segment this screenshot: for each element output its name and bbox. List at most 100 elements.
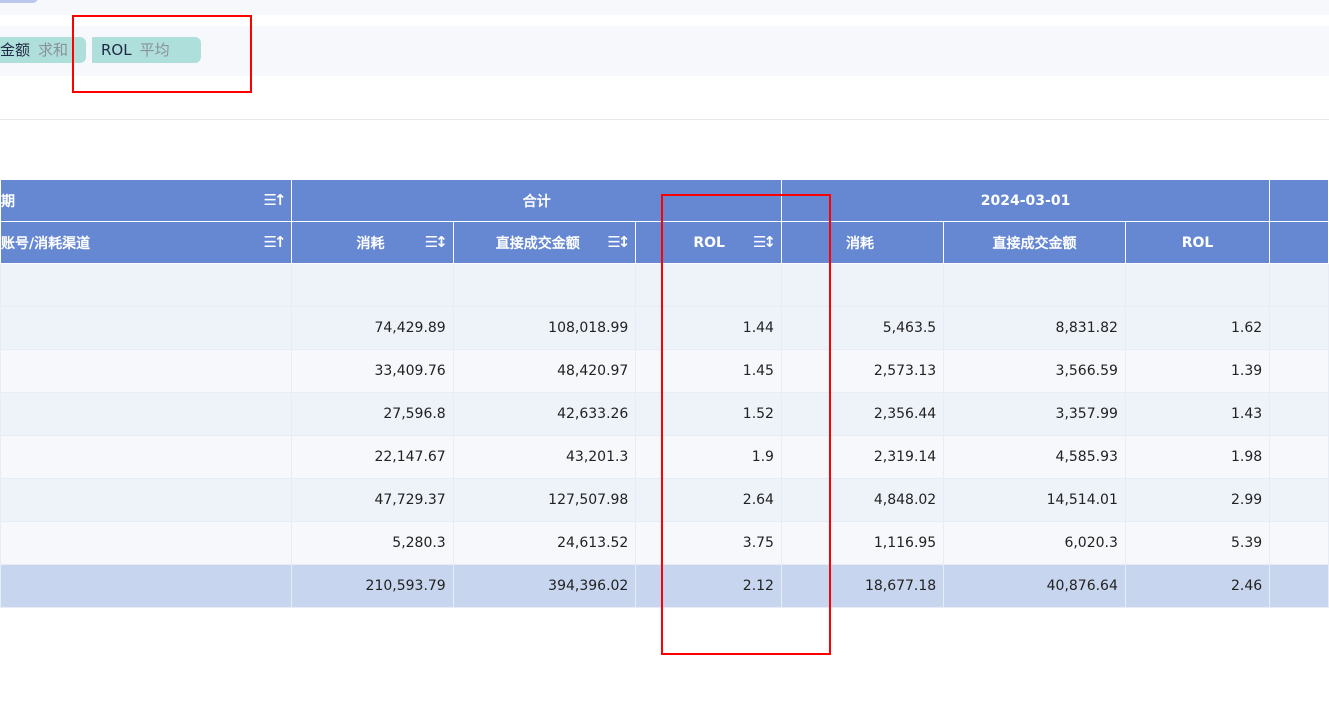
- row-label-cell: [0, 392, 293, 436]
- field-chip-rol[interactable]: ROL 平均: [92, 37, 201, 63]
- value-cell: 1.62: [1124, 306, 1271, 350]
- col-dim-header[interactable]: 账号/消耗渠道 ☰↑: [0, 221, 293, 264]
- value-cell: 74,429.89: [291, 306, 454, 350]
- table-row[interactable]: 33,409.76 48,420.97 1.45 2,573.13 3,566.59 1.…: [0, 349, 1329, 393]
- value-fields-panel: 金额 求和 ROL 平均: [0, 26, 1329, 76]
- row-label-cell: [0, 349, 293, 393]
- value-cell: 2,573.13: [780, 349, 945, 393]
- value-cell: 2.99: [1124, 478, 1271, 522]
- total-row: 210,593.79 394,396.02 2.12 18,677.18 40,876.…: [0, 564, 1329, 608]
- value-cell: 1.9: [635, 435, 782, 479]
- value-cell: 1.39: [1124, 349, 1271, 393]
- value-cell: 47,729.37: [291, 478, 454, 522]
- header-gmv[interactable]: 直接成交金额 ☰↕: [452, 221, 637, 264]
- value-cell: [1269, 263, 1329, 307]
- row-label-cell: [0, 521, 293, 565]
- row-label-cell: [0, 564, 293, 608]
- value-cell: 6,020.3: [943, 521, 1126, 565]
- total-cell: 210,593.79: [291, 564, 454, 608]
- table-row[interactable]: [0, 263, 1329, 307]
- value-cell: [1269, 392, 1329, 436]
- value-cell: 1.44: [635, 306, 782, 350]
- value-cell: 5.39: [1124, 521, 1271, 565]
- value-cell: [291, 263, 454, 307]
- total-cell: 394,396.02: [452, 564, 637, 608]
- value-cell: 5,463.5: [780, 306, 945, 350]
- value-cell: 2,319.14: [780, 435, 945, 479]
- value-cell: 2,356.44: [780, 392, 945, 436]
- chip-agg: 平均: [139, 41, 170, 59]
- header-next: [1269, 221, 1329, 264]
- row-dim-header[interactable]: 期 ☰↑: [0, 179, 293, 222]
- next-group-header: [1269, 179, 1329, 222]
- value-cell: [780, 263, 945, 307]
- total-group-header: 合计: [291, 179, 782, 222]
- value-cell: [1269, 478, 1329, 522]
- table-row[interactable]: 27,596.8 42,633.26 1.52 2,356.44 3,357.99 1.4…: [0, 392, 1329, 436]
- header-rol-date[interactable]: ROL: [1124, 221, 1271, 264]
- value-cell: 27,596.8: [291, 392, 454, 436]
- value-cell: 33,409.76: [291, 349, 454, 393]
- value-cell: 1.52: [635, 392, 782, 436]
- value-cell: 3.75: [635, 521, 782, 565]
- value-cell: [635, 263, 782, 307]
- value-cell: [1124, 263, 1271, 307]
- row-label-cell: [0, 478, 293, 522]
- value-cell: 1.45: [635, 349, 782, 393]
- header-spend[interactable]: 消耗 ☰↕: [291, 221, 454, 264]
- table-row[interactable]: 47,729.37 127,507.98 2.64 4,848.02 14,514.01…: [0, 478, 1329, 522]
- value-cell: 22,147.67: [291, 435, 454, 479]
- value-cell: 3,566.59: [943, 349, 1126, 393]
- value-cell: [1269, 521, 1329, 565]
- value-cell: 4,585.93: [943, 435, 1126, 479]
- total-cell: [1269, 564, 1329, 608]
- table-row[interactable]: 22,147.67 43,201.3 1.9 2,319.14 4,585.93 1.98: [0, 435, 1329, 479]
- value-cell: [452, 263, 637, 307]
- date-group-header: 2024-03-01: [780, 179, 1271, 222]
- header-label: 账号/消耗渠道: [1, 235, 91, 252]
- value-cell: 4,848.02: [780, 478, 945, 522]
- header-spend-date[interactable]: 消耗: [780, 221, 945, 264]
- value-cell: 24,613.52: [452, 521, 637, 565]
- divider: [0, 119, 1329, 120]
- value-cell: 8,831.82: [943, 306, 1126, 350]
- value-cell: [943, 263, 1126, 307]
- chip-field: ROL: [101, 41, 132, 59]
- sort-icon[interactable]: ☰↕: [753, 233, 776, 251]
- chip-agg: 求和: [38, 41, 69, 59]
- sort-icon[interactable]: ☰↕: [425, 233, 448, 251]
- table-row[interactable]: 74,429.89 108,018.99 1.44 5,463.5 8,831.82 1.…: [0, 306, 1329, 350]
- value-cell: 1,116.95: [780, 521, 945, 565]
- total-cell: 2.12: [635, 564, 782, 608]
- sort-asc-icon[interactable]: ☰↑: [263, 233, 286, 251]
- value-cell: 43,201.3: [452, 435, 637, 479]
- value-cell: 42,633.26: [452, 392, 637, 436]
- value-cell: 1.98: [1124, 435, 1271, 479]
- total-cell: 18,677.18: [780, 564, 945, 608]
- value-cell: [1269, 349, 1329, 393]
- header-rol[interactable]: ROL ☰↕: [635, 221, 782, 264]
- header-label: 期: [1, 193, 15, 210]
- tab-pill[interactable]: [0, 0, 38, 3]
- total-cell: 40,876.64: [943, 564, 1126, 608]
- total-cell: 2.46: [1124, 564, 1271, 608]
- value-cell: [1269, 306, 1329, 350]
- sort-asc-icon[interactable]: ☰↑: [263, 191, 286, 209]
- value-cell: 3,357.99: [943, 392, 1126, 436]
- sort-icon[interactable]: ☰↕: [607, 233, 630, 251]
- row-label-cell: [0, 435, 293, 479]
- value-cell: 14,514.01: [943, 478, 1126, 522]
- value-cell: 5,280.3: [291, 521, 454, 565]
- header-gmv-date[interactable]: 直接成交金额: [943, 221, 1126, 264]
- chip-field: 金额: [0, 41, 31, 59]
- value-cell: 48,420.97: [452, 349, 637, 393]
- table-row[interactable]: 5,280.3 24,613.52 3.75 1,116.95 6,020.3 5.39: [0, 521, 1329, 565]
- field-chip-amount[interactable]: 金额 求和: [0, 37, 86, 63]
- value-cell: 108,018.99: [452, 306, 637, 350]
- value-cell: 1.43: [1124, 392, 1271, 436]
- row-label-cell: [0, 263, 293, 307]
- value-cell: 127,507.98: [452, 478, 637, 522]
- top-bar: [0, 0, 1329, 15]
- value-cell: [1269, 435, 1329, 479]
- value-cell: 2.64: [635, 478, 782, 522]
